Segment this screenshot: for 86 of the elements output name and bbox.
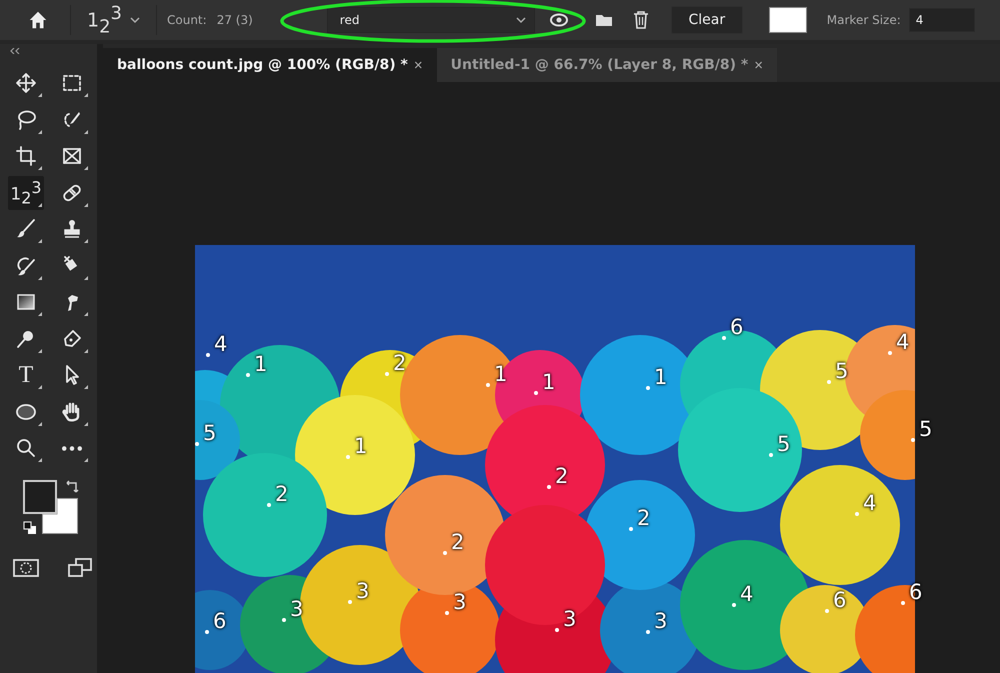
count-group-dropdown[interactable]: red: [326, 7, 535, 33]
folder-button[interactable]: [594, 13, 613, 27]
count-value: 27 (3): [216, 13, 253, 27]
tab-title: balloons count.jpg @ 100% (RGB/8) *: [117, 57, 408, 73]
background-color-swatch[interactable]: [42, 498, 78, 534]
count-marker-number: 4: [863, 492, 876, 514]
type-tool-button[interactable]: T: [8, 358, 44, 392]
clear-button[interactable]: Clear: [670, 6, 743, 34]
count-marker-number: 1: [354, 435, 368, 457]
chevron-icon: [516, 16, 526, 24]
collapse-icon: [10, 48, 20, 54]
marker-dot: [855, 512, 859, 516]
marker-dot: [267, 503, 271, 507]
marker-dot: [348, 600, 352, 604]
count-marker-number: 1: [254, 353, 268, 375]
document-tab[interactable]: balloons count.jpg @ 100% (RGB/8) * ×: [103, 48, 437, 82]
quick-mask-icon: [13, 558, 39, 578]
marker-dot: [282, 618, 286, 622]
marker-size-label: Marker Size:: [826, 13, 901, 27]
delete-button[interactable]: [632, 11, 649, 29]
count-marker-number: 3: [453, 591, 466, 613]
screen-mode-icon: [67, 558, 93, 578]
crop-icon: [14, 144, 38, 168]
zoom-icon: [14, 436, 38, 460]
marker-dot: [722, 336, 726, 340]
marker-dot: [769, 453, 773, 457]
marker-dot: [555, 628, 559, 632]
count-marker-number: 1: [542, 371, 556, 393]
count-marker-number: 3: [654, 610, 668, 632]
marker-dot: [443, 551, 447, 555]
count-marker-number: 3: [563, 608, 576, 630]
marker-dot: [827, 380, 831, 384]
count-marker-number: 5: [835, 360, 848, 382]
marker-dot: [646, 630, 650, 634]
count-marker-number: 5: [919, 418, 932, 440]
marker-dot: [629, 527, 633, 531]
screen-mode-button[interactable]: [66, 556, 94, 580]
count-marker-number: 4: [896, 331, 910, 353]
marker-size-field[interactable]: 4: [908, 8, 975, 32]
marker-dot: [911, 438, 915, 442]
move-icon: [14, 71, 38, 95]
marker-dot: [195, 442, 199, 446]
count-marker-number: 4: [214, 333, 228, 355]
trash-icon: [632, 11, 649, 29]
foreground-color-swatch[interactable]: [23, 480, 57, 514]
marker-dot: [385, 372, 389, 376]
eye-icon: [548, 12, 569, 28]
marker-dot: [732, 603, 736, 607]
count-marker-number: 5: [777, 433, 790, 455]
count-marker-number: 1: [494, 363, 508, 385]
marker-color-swatch[interactable]: [768, 7, 807, 33]
count-marker-number: 2: [451, 531, 464, 553]
count-marker-number: 2: [275, 483, 288, 505]
count-marker-number: 5: [203, 422, 216, 444]
count-marker-number: 2: [393, 352, 406, 374]
marker-dot: [346, 455, 350, 459]
more-icon: [62, 446, 82, 450]
marker-dot: [888, 351, 892, 355]
count-marker-number: 6: [833, 589, 846, 611]
marker-dot: [646, 386, 650, 390]
marker-dot: [901, 601, 905, 605]
marker-dot: [205, 630, 209, 634]
chevron-icon: [130, 16, 140, 24]
marker-dot: [206, 353, 210, 357]
marker-dot: [246, 373, 250, 377]
count-marker-number: 4: [740, 583, 754, 605]
swap-colors-icon: [66, 478, 80, 492]
folder-icon: [594, 13, 613, 27]
marker-dot: [825, 609, 829, 613]
document-tab[interactable]: Untitled-1 @ 66.7% (Layer 8, RGB/8) * ×: [436, 48, 778, 82]
count-marker-number: 1: [654, 366, 668, 388]
default-colors-icon: [23, 520, 37, 534]
marker-dot: [486, 383, 490, 387]
count-marker-number: 3: [356, 580, 370, 602]
marker-dot: [547, 485, 551, 489]
marker-dot: [445, 611, 449, 615]
close-tab-button[interactable]: ×: [414, 56, 423, 74]
count-label: Count:: [167, 13, 207, 27]
count-marker-number: 6: [213, 610, 226, 632]
tab-title: Untitled-1 @ 66.7% (Layer 8, RGB/8) *: [450, 57, 748, 73]
count-marker-number: 2: [555, 465, 568, 487]
count-marker-number: 6: [730, 316, 744, 338]
marker-dot: [534, 391, 538, 395]
visibility-toggle[interactable]: [548, 12, 569, 28]
close-tab-button[interactable]: ×: [754, 56, 764, 74]
count-marker-number: 2: [637, 507, 650, 529]
